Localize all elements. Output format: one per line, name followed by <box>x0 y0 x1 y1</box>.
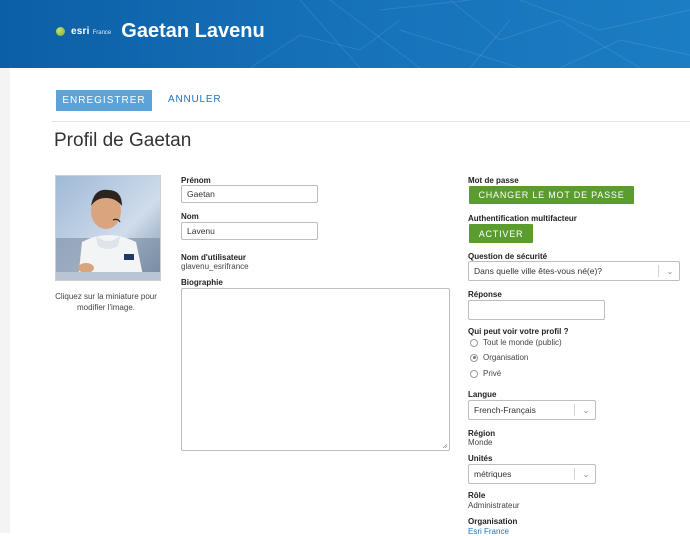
visibility-option-public[interactable]: Tout le monde (public) <box>470 338 562 347</box>
mfa-label: Authentification multifacteur <box>468 214 577 223</box>
organization-link[interactable]: Esri France <box>468 527 509 536</box>
units-value: métriques <box>474 469 512 479</box>
last-name-field[interactable]: Lavenu <box>181 222 318 240</box>
esri-logo[interactable]: esri <box>71 26 90 37</box>
page-title: Profil de Gaetan <box>54 130 192 151</box>
visibility-option-label: Tout le monde (public) <box>483 338 562 347</box>
select-separator <box>574 468 575 480</box>
visibility-option-label: Privé <box>483 369 502 378</box>
region-label: Région <box>468 429 496 438</box>
first-name-label: Prénom <box>181 176 211 185</box>
esri-logo-sub: France <box>92 30 112 36</box>
chevron-down-icon: ⌄ <box>582 469 590 479</box>
language-value: French-Français <box>474 405 536 415</box>
role-label: Rôle <box>468 491 486 500</box>
biography-label: Biographie <box>181 278 223 287</box>
chevron-down-icon: ⌄ <box>582 405 590 415</box>
visibility-option-private[interactable]: Privé <box>470 369 501 378</box>
radio-icon[interactable] <box>470 369 478 378</box>
cancel-link[interactable]: ANNULER <box>168 94 221 105</box>
esri-globe-icon <box>56 27 65 36</box>
radio-checked-icon[interactable] <box>470 353 478 362</box>
password-label: Mot de passe <box>468 176 519 185</box>
visibility-label: Qui peut voir votre profil ? <box>468 327 569 336</box>
left-gutter <box>0 0 10 533</box>
resize-grip-icon[interactable] <box>442 443 448 449</box>
language-label: Langue <box>468 390 497 399</box>
select-separator <box>658 265 659 277</box>
username-value: glavenu_esrifrance <box>181 262 249 271</box>
activate-mfa-button[interactable]: ACTIVER <box>469 224 533 243</box>
security-question-value: Dans quelle ville êtes-vous né(e)? <box>474 266 603 276</box>
answer-label: Réponse <box>468 290 502 299</box>
avatar-thumbnail[interactable] <box>55 175 161 281</box>
change-password-button[interactable]: CHANGER LE MOT DE PASSE <box>469 186 634 204</box>
chevron-down-icon: ⌄ <box>666 266 674 276</box>
avatar-photo <box>56 176 160 280</box>
brand: esri France Gaetan Lavenu <box>56 20 265 43</box>
organization-label: Organisation <box>468 517 518 526</box>
visibility-option-organisation[interactable]: Organisation <box>470 353 528 362</box>
language-select[interactable]: French-Français ⌄ <box>468 400 596 420</box>
units-label: Unités <box>468 454 493 463</box>
last-name-label: Nom <box>181 212 199 221</box>
username-label: Nom d'utilisateur <box>181 253 247 262</box>
divider <box>52 121 690 122</box>
save-button[interactable]: ENREGISTRER <box>56 90 152 111</box>
profile-owner-name: Gaetan Lavenu <box>121 20 265 42</box>
avatar-caption: Cliquez sur la miniature pour modifier l… <box>55 292 157 312</box>
region-value: Monde <box>468 438 493 447</box>
header-banner: esri France Gaetan Lavenu <box>0 0 690 68</box>
first-name-field[interactable]: Gaetan <box>181 185 318 203</box>
visibility-option-label: Organisation <box>483 353 529 362</box>
answer-field[interactable] <box>468 300 605 320</box>
biography-textarea[interactable] <box>181 288 450 451</box>
select-separator <box>574 404 575 416</box>
units-select[interactable]: métriques ⌄ <box>468 464 596 484</box>
role-value: Administrateur <box>468 501 520 510</box>
security-question-label: Question de sécurité <box>468 252 548 261</box>
radio-icon[interactable] <box>470 338 478 347</box>
security-question-select[interactable]: Dans quelle ville êtes-vous né(e)? ⌄ <box>468 261 680 281</box>
